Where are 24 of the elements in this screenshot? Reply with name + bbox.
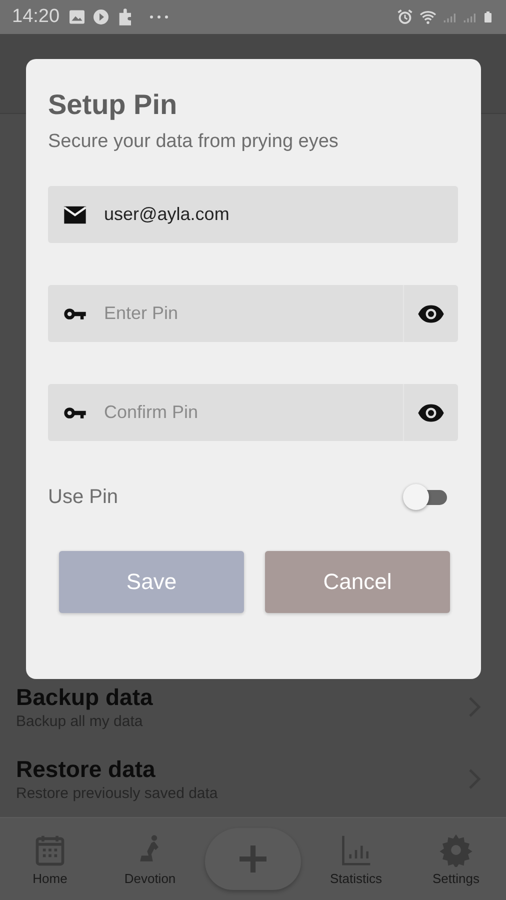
image-icon: [68, 8, 86, 26]
toggle-switch[interactable]: [403, 482, 449, 512]
play-icon: [92, 8, 110, 26]
nav-tab[interactable]: Settings: [411, 832, 501, 886]
status-time: 14:20: [12, 6, 60, 28]
list-item-title[interactable]: Restore data: [16, 754, 218, 784]
nav-tab[interactable]: Devotion: [105, 832, 195, 886]
input-field[interactable]: user@ayla.com: [48, 186, 458, 243]
pin-input[interactable]: Confirm Pin: [104, 402, 403, 423]
alarm-icon: [396, 8, 414, 26]
nav-tab[interactable]: Home: [5, 832, 95, 886]
pin-input[interactable]: Enter Pin: [104, 303, 403, 324]
wifi-icon: [418, 8, 438, 26]
list-item-title[interactable]: Backup data: [16, 682, 153, 712]
toggle-label: Use Pin: [48, 486, 118, 508]
settings-icon: [439, 832, 473, 866]
email-input[interactable]: user@ayla.com: [104, 204, 458, 225]
input-field[interactable]: Confirm Pin: [48, 384, 458, 441]
cancel-button[interactable]: Cancel: [265, 551, 450, 613]
dialog-title: Setup Pin: [48, 88, 178, 122]
dialog-subtitle: Secure your data from prying eyes: [48, 131, 340, 153]
more-icon: [150, 15, 168, 19]
input-field[interactable]: Enter Pin: [48, 285, 458, 342]
nav-tab[interactable]: Statistics: [311, 832, 401, 886]
